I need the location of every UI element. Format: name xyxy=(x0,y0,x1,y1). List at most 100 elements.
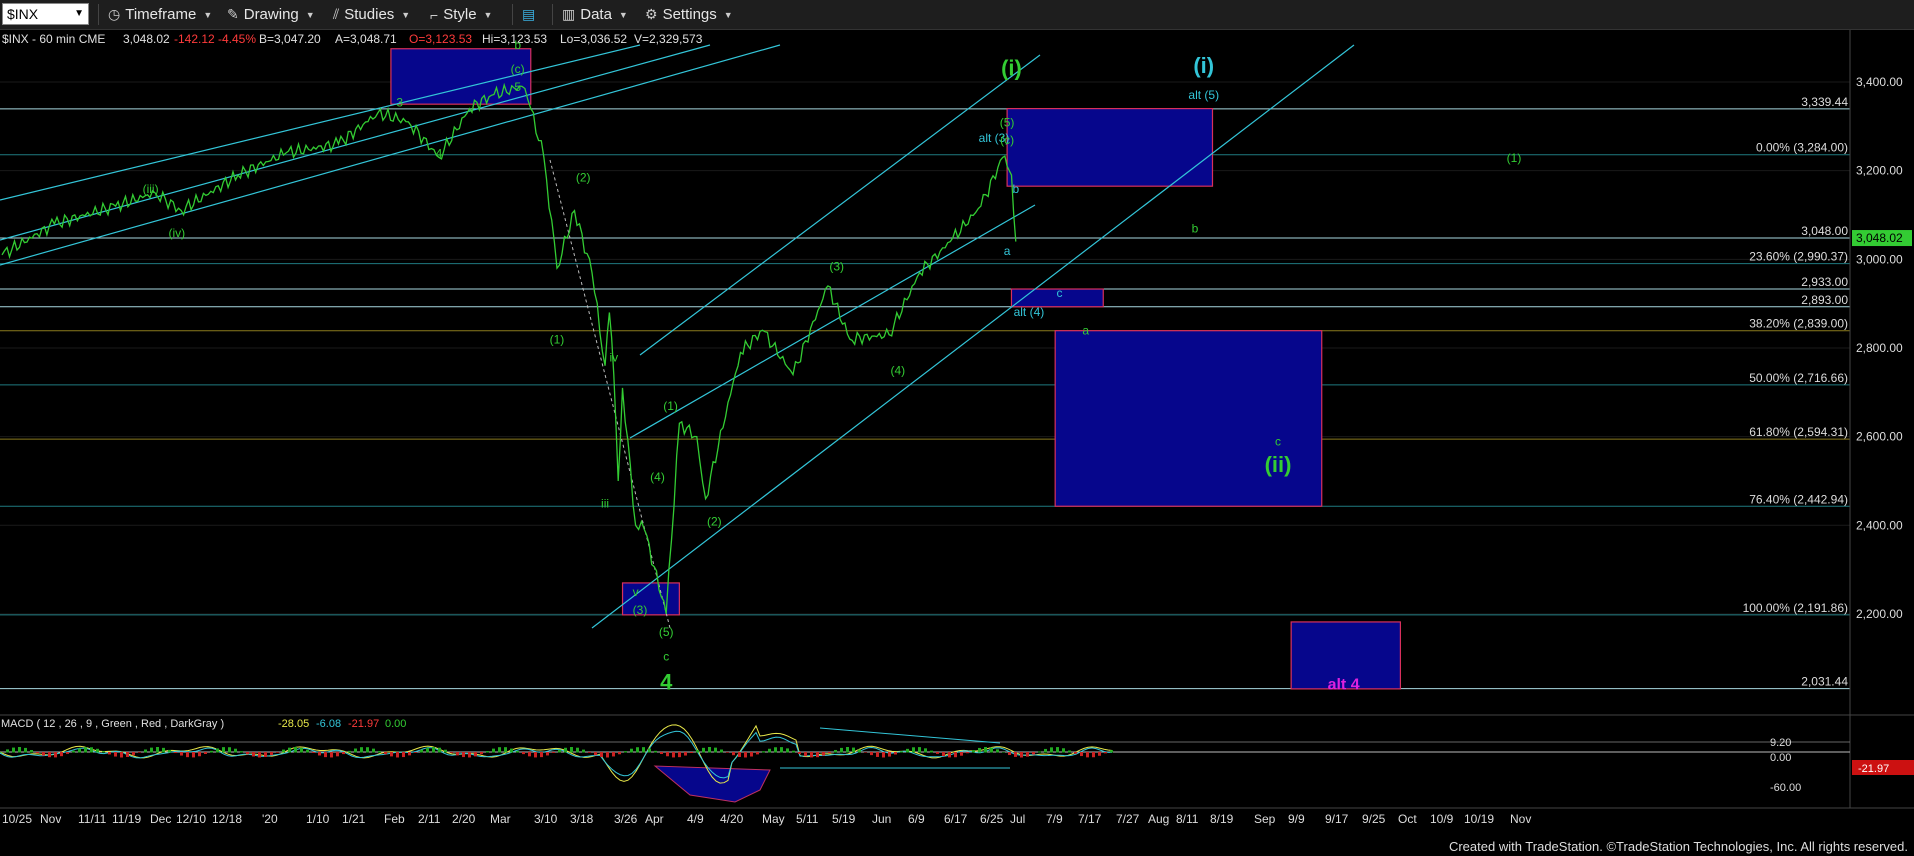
y-tick-label: 2,200.00 xyxy=(1856,607,1903,621)
level-label: 3,048.00 xyxy=(1801,224,1848,238)
macd-histogram-bar xyxy=(594,752,597,756)
macd-histogram-bar xyxy=(186,752,189,758)
x-tick-label: 3/26 xyxy=(614,812,638,826)
macd-histogram-bar xyxy=(630,748,633,753)
macd-histogram-bar xyxy=(180,752,183,756)
layout-button[interactable]: ▤ xyxy=(522,4,540,25)
wave-label: (2) xyxy=(576,171,591,185)
macd-histogram-bar xyxy=(942,752,945,757)
wave-label: a xyxy=(1004,244,1011,258)
macd-value-4: 0.00 xyxy=(385,718,406,730)
wave-label: c xyxy=(1057,286,1063,300)
symbol-value: $INX xyxy=(7,6,39,22)
x-tick-label: 12/18 xyxy=(212,812,242,826)
macd-histogram-bar xyxy=(918,747,921,753)
wave-label: 5 xyxy=(514,80,521,94)
macd-histogram-bar xyxy=(108,752,111,755)
wave-label: (i) xyxy=(1193,53,1214,78)
price-chart[interactable]: $INX - 60 min CME 3,048.02 -142.12 -4.45… xyxy=(0,30,1914,856)
style-icon: ⌐ xyxy=(430,6,439,23)
wave-label: (5) xyxy=(1000,115,1015,129)
macd-title: MACD ( 12 , 26 , 9 , Green , Red , DarkG… xyxy=(1,718,224,730)
macd-histogram-bar xyxy=(900,751,903,753)
grid-lines xyxy=(0,81,1850,615)
wave-label: iii xyxy=(601,497,609,511)
wave-label: 4 xyxy=(660,669,673,694)
wave-label: (1) xyxy=(663,399,678,413)
macd-histogram-bar xyxy=(456,752,459,756)
macd-histogram-bar xyxy=(876,752,879,757)
macd-histogram-bar xyxy=(924,748,927,753)
x-tick-label: Nov xyxy=(1510,812,1531,826)
macd-histogram-bar xyxy=(1098,752,1101,756)
level-label: 23.60% (2,990.37) xyxy=(1749,250,1848,264)
x-tick-label: Jun xyxy=(872,812,891,826)
macd-histogram-bar xyxy=(738,752,741,757)
studies-button[interactable]: ⫽ Studies ▼ xyxy=(333,4,410,25)
x-tick-label: 10/9 xyxy=(1430,812,1454,826)
x-tick-label: 6/9 xyxy=(908,812,925,826)
macd-histogram-bar xyxy=(576,747,579,753)
gear-icon: ⚙ xyxy=(645,6,658,22)
macd-histogram-bar xyxy=(492,748,495,753)
macd-histogram-bar xyxy=(66,752,69,754)
macd-histogram-bar xyxy=(498,747,501,753)
macd-histogram-bar xyxy=(78,748,81,753)
quote-last: 3,048.02 xyxy=(123,32,170,46)
quote-change-pct: -4.45% xyxy=(218,32,256,46)
macd-histogram-bar xyxy=(246,752,249,755)
macd-histogram-bar xyxy=(336,752,339,757)
x-tick-label: May xyxy=(762,812,785,826)
data-button[interactable]: ▥ Data ▼ xyxy=(562,4,628,25)
macd-histogram-bar xyxy=(672,752,675,758)
settings-button[interactable]: ⚙ Settings ▼ xyxy=(645,4,733,25)
level-label: 38.20% (2,839.00) xyxy=(1749,317,1848,331)
chevron-down-icon: ▼ xyxy=(723,9,733,20)
macd-histogram-bar xyxy=(1014,752,1017,757)
macd-histogram-bar xyxy=(360,747,363,753)
level-label: 50.00% (2,716.66) xyxy=(1749,371,1848,385)
macd-histogram-bar xyxy=(1068,750,1071,753)
macd-histogram-bar xyxy=(318,752,321,756)
macd-histogram-bar xyxy=(1038,751,1041,753)
copyright-footer: Created with TradeStation. ©TradeStation… xyxy=(1448,839,1908,854)
macd-histogram-bar xyxy=(402,752,405,758)
studies-icon: ⫽ xyxy=(333,6,340,22)
x-tick-label: '20 xyxy=(262,812,278,826)
macd-histogram-bar xyxy=(210,750,213,753)
macd-histogram-bar xyxy=(864,752,867,753)
macd-histogram-bar xyxy=(720,749,723,753)
last-price-label: 3,048.02 xyxy=(1856,231,1903,245)
macd-histogram-bar xyxy=(1026,752,1029,757)
quote-open: O=3,123.53 xyxy=(409,32,472,46)
level-label: 76.40% (2,442.94) xyxy=(1749,492,1848,506)
macd-histogram-bar xyxy=(126,752,129,757)
x-tick-label: 9/17 xyxy=(1325,812,1349,826)
wave-label: (c) xyxy=(1000,133,1014,147)
macd-histogram-bar xyxy=(756,752,759,755)
macd-histogram-bar xyxy=(966,752,969,754)
macd-lines xyxy=(0,724,1113,784)
wave-label: 4 xyxy=(436,146,443,160)
macd-histogram-bar xyxy=(54,752,57,758)
macd-histogram-bar xyxy=(564,747,567,753)
quote-line: $INX - 60 min CME 3,048.02 -142.12 -4.45… xyxy=(2,32,703,46)
timeframe-button[interactable]: ◷ Timeframe ▼ xyxy=(108,4,212,25)
x-tick-label: 6/17 xyxy=(944,812,968,826)
chevron-down-icon: ▼ xyxy=(401,9,411,20)
style-button[interactable]: ⌐ Style ▼ xyxy=(430,4,492,25)
macd-histogram-bar xyxy=(474,752,477,757)
macd-histogram-bar xyxy=(348,750,351,753)
x-tick-label: 2/11 xyxy=(418,812,441,826)
macd-histogram-bar xyxy=(282,749,285,753)
macd-histogram-bar xyxy=(120,752,123,758)
chevron-down-icon[interactable]: ▼ xyxy=(74,8,84,19)
macd-histogram-bar xyxy=(510,748,513,753)
price-axis: 3,400.00 3,200.00 3,000.00 2,800.00 2,600.00… xyxy=(1849,30,1912,808)
macd-histogram-bar xyxy=(372,748,375,753)
macd-histogram-bar xyxy=(288,747,291,753)
drawing-button[interactable]: ✎ Drawing ▼ xyxy=(227,4,315,25)
symbol-input[interactable]: $INX ▼ xyxy=(2,3,89,25)
macd-histogram-bar xyxy=(714,747,717,753)
pen-icon: ✎ xyxy=(227,6,239,22)
